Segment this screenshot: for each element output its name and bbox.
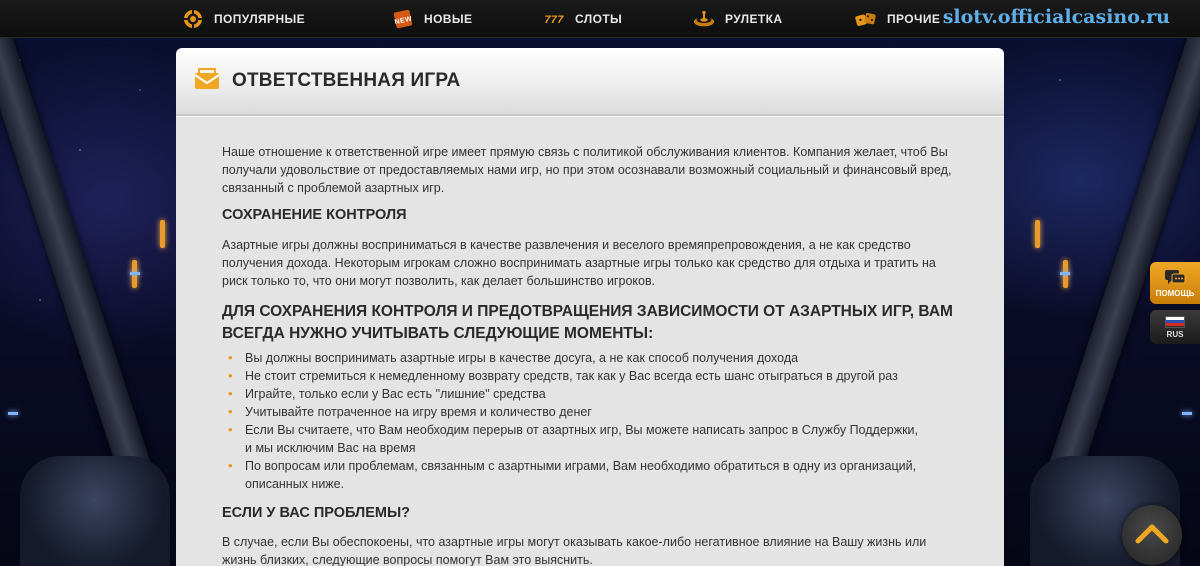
nav-label: РУЛЕТКА bbox=[725, 12, 783, 26]
nav-label: ПОПУЛЯРНЫЕ bbox=[214, 12, 306, 26]
language-label: RUS bbox=[1166, 329, 1184, 339]
list-item: Вы должны воспринимать азартные игры в к… bbox=[222, 349, 958, 367]
nav-item-popular[interactable]: ПОПУЛЯРНЫЕ bbox=[182, 0, 305, 38]
nav-label: ПРОЧИЕ bbox=[887, 12, 941, 26]
list-item: Не стоит стремиться к немедленному возвр… bbox=[222, 367, 958, 385]
content-panel: ОТВЕТСТВЕННАЯ ИГРА Наше отношение к отве… bbox=[176, 48, 1004, 566]
svg-text:777: 777 bbox=[544, 14, 564, 26]
section-control-text: Азартные игры должны восприниматься в ка… bbox=[222, 238, 936, 288]
list-item: По вопросам или проблемам, связанным с а… bbox=[222, 457, 958, 493]
list-item: Играйте, только если у Вас есть "лишние"… bbox=[222, 385, 958, 403]
panel-header: ОТВЕТСТВЕННАЯ ИГРА bbox=[176, 48, 1004, 116]
section-heading-moments: ДЛЯ СОХРАНЕНИЯ КОНТРОЛЯ И ПРЕДОТВРАЩЕНИЯ… bbox=[222, 303, 953, 342]
scroll-to-top-button[interactable] bbox=[1122, 505, 1182, 565]
chip-icon bbox=[182, 8, 204, 30]
section-heading-control: СОХРАНЕНИЕ КОНТРОЛЯ bbox=[222, 207, 407, 223]
chevron-up-icon bbox=[1135, 522, 1169, 549]
language-selector[interactable]: RUS bbox=[1150, 310, 1200, 344]
nav-label: НОВЫЕ bbox=[424, 12, 473, 26]
chat-icon bbox=[1164, 269, 1186, 289]
section-heading-problems: ЕСЛИ У ВАС ПРОБЛЕМЫ? bbox=[222, 505, 411, 521]
left-ship-frame bbox=[0, 0, 170, 566]
panel-body: Наше отношение к ответственной игре имее… bbox=[176, 116, 1004, 566]
list-item: Учитывайте потраченное на игру время и к… bbox=[222, 403, 958, 421]
list-item: Если Вы считаете, что Вам необходим пере… bbox=[222, 421, 958, 457]
mail-icon bbox=[194, 67, 220, 96]
slots-777-icon: 777 bbox=[543, 8, 565, 30]
new-badge-icon: NEW bbox=[392, 8, 414, 30]
page-title: ОТВЕТСТВЕННАЯ ИГРА bbox=[232, 70, 461, 91]
moments-list: Вы должны воспринимать азартные игры в к… bbox=[222, 349, 958, 493]
nav-item-roulette[interactable]: РУЛЕТКА bbox=[693, 0, 782, 38]
russia-flag-icon bbox=[1165, 315, 1185, 328]
nav-label: СЛОТЫ bbox=[575, 12, 623, 26]
nav-item-slots[interactable]: 777 СЛОТЫ bbox=[543, 0, 622, 38]
nav-item-new[interactable]: NEW НОВЫЕ bbox=[392, 0, 472, 38]
help-label: ПОМОЩЬ bbox=[1155, 288, 1195, 298]
roulette-icon bbox=[693, 8, 715, 30]
help-button[interactable]: ПОМОЩЬ bbox=[1150, 262, 1200, 304]
section-problems-text: В случае, если Вы обеспокоены, что азарт… bbox=[222, 535, 927, 566]
top-navigation: ПОПУЛЯРНЫЕ NEW НОВЫЕ 777 СЛОТЫ РУЛЕТКА П… bbox=[0, 0, 1200, 38]
site-watermark: slotv.officialcasino.ru bbox=[942, 6, 1170, 28]
dice-icon bbox=[855, 8, 877, 30]
intro-paragraph: Наше отношение к ответственной игре имее… bbox=[222, 145, 952, 195]
nav-item-other[interactable]: ПРОЧИЕ bbox=[855, 0, 940, 38]
